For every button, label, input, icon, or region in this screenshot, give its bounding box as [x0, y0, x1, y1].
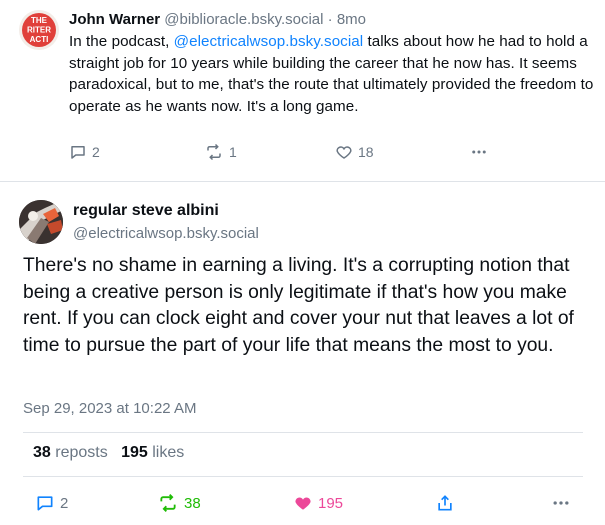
engagement-counts: 38 reposts 195 likes: [33, 444, 184, 462]
like-total: 195: [121, 444, 148, 461]
ellipsis-icon: [472, 150, 486, 154]
reply-post-body: John Warner @biblioracle.bsky.social · 8…: [69, 10, 594, 117]
reply-count: 2: [92, 144, 100, 160]
more-options-button[interactable]: [470, 143, 488, 161]
avatar[interactable]: THE RITER ACTI: [19, 10, 59, 50]
repost-arrows-icon: [160, 494, 176, 512]
author-name[interactable]: regular steve albini: [73, 201, 219, 221]
like-count: 195: [318, 494, 344, 512]
main-post-text: There's no shame in earning a living. It…: [23, 255, 574, 356]
reply-post[interactable]: THE RITER ACTI John Warner @biblioracle.…: [0, 0, 605, 182]
author-handle[interactable]: @electricalwsop.bsky.social: [73, 224, 259, 243]
text-before-mention: In the podcast,: [69, 33, 174, 50]
repost-button[interactable]: 1: [204, 143, 237, 161]
avatar-text-line-1: THE: [31, 16, 48, 25]
author-name[interactable]: John Warner: [69, 11, 160, 28]
share-icon: [438, 495, 452, 511]
speech-bubble-icon: [37, 496, 53, 511]
header-separator: ·: [327, 11, 333, 28]
profile-photo-icon: [19, 200, 63, 244]
avatar-text-line-3: ACTI: [30, 35, 49, 44]
repost-count: 1: [229, 144, 237, 160]
likes-summary[interactable]: 195 likes: [121, 444, 184, 461]
repost-button[interactable]: 38: [157, 493, 201, 513]
post-time[interactable]: 8mo: [337, 11, 366, 28]
ellipsis-icon: [553, 501, 569, 505]
mention-link[interactable]: @electricalwsop.bsky.social: [174, 33, 364, 50]
reply-count: 2: [60, 494, 69, 512]
like-count: 18: [358, 144, 374, 160]
speech-bubble-icon: [71, 146, 85, 159]
avatar-text-line-2: RITER: [27, 26, 51, 35]
reply-button[interactable]: 2: [69, 143, 100, 161]
reply-button[interactable]: 2: [35, 493, 68, 513]
more-options-button[interactable]: [551, 493, 571, 513]
main-post-actions: 2 38 195: [0, 493, 605, 515]
heart-icon: [336, 146, 352, 159]
avatar[interactable]: [19, 200, 63, 244]
heart-icon: [295, 497, 311, 510]
main-post: regular steve albini @electricalwsop.bsk…: [0, 183, 605, 525]
author-handle[interactable]: @biblioracle.bsky.social: [164, 11, 323, 28]
reply-post-text: In the podcast, @electricalwsop.bsky.soc…: [69, 31, 594, 117]
writers-avatar-icon: THE RITER ACTI: [19, 10, 59, 50]
divider: [23, 432, 583, 433]
reply-post-actions: 2 1 18: [69, 143, 499, 163]
likes-label: likes: [152, 444, 185, 461]
like-button[interactable]: 195: [293, 493, 343, 513]
reposts-label: reposts: [55, 444, 108, 461]
like-button[interactable]: 18: [335, 143, 374, 161]
reply-post-header: John Warner @biblioracle.bsky.social · 8…: [69, 10, 594, 29]
repost-arrows-icon: [207, 143, 221, 161]
repost-total: 38: [33, 444, 51, 461]
share-button[interactable]: [435, 493, 455, 513]
post-timestamp[interactable]: Sep 29, 2023 at 10:22 AM: [23, 400, 196, 417]
reposts-summary[interactable]: 38 reposts: [33, 444, 108, 461]
repost-count: 38: [184, 494, 201, 512]
divider: [23, 476, 583, 477]
